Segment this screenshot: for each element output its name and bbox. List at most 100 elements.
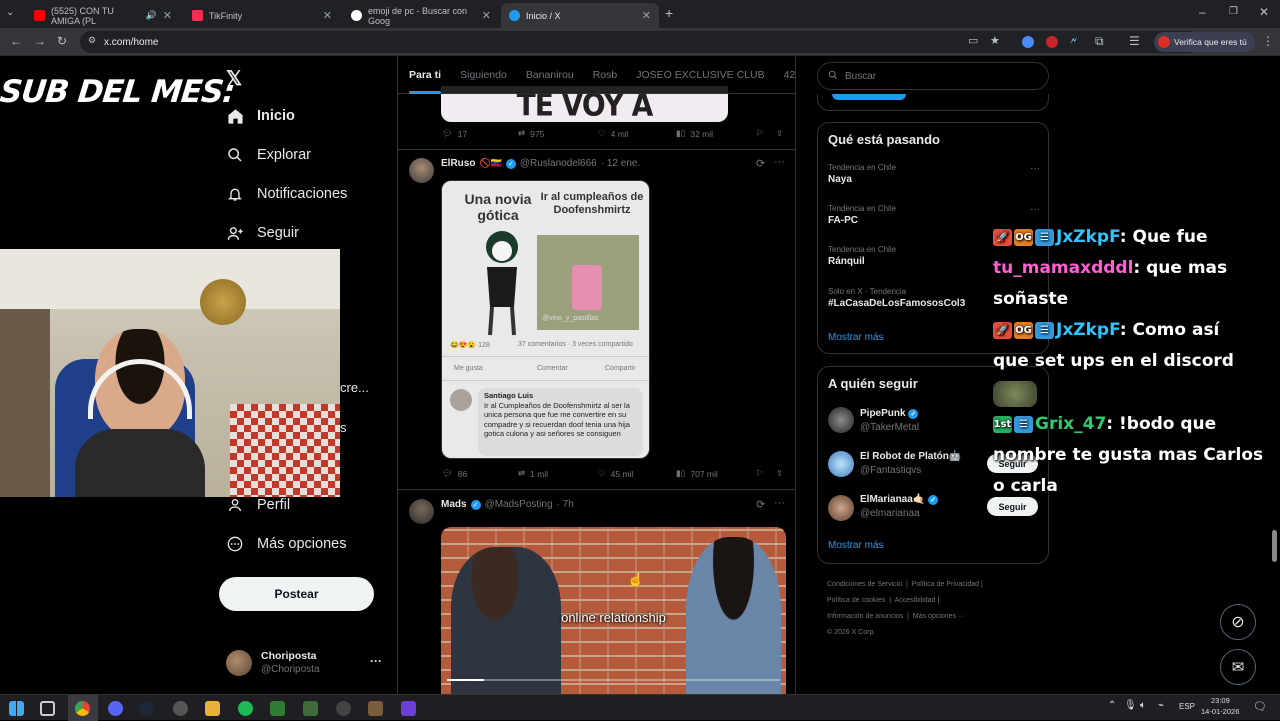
back-icon[interactable]: ← xyxy=(10,34,22,48)
reply-button[interactable]: 💬︎ 17 xyxy=(442,128,518,139)
site-info-icon[interactable]: ⚙ xyxy=(88,35,96,46)
reload-icon[interactable]: ↻ xyxy=(57,34,67,48)
clock-time[interactable]: 23:09 xyxy=(1211,696,1230,705)
more-dots-icon[interactable]: ··· xyxy=(774,497,785,509)
more-dots-icon[interactable]: ··· xyxy=(774,156,785,168)
app-icon[interactable] xyxy=(303,701,318,716)
app-icon[interactable] xyxy=(401,701,416,716)
steam-icon[interactable] xyxy=(139,701,154,716)
tweet-time[interactable]: · 12 ene. xyxy=(601,158,640,169)
kebab-menu-icon[interactable]: ⋮ xyxy=(1262,34,1274,48)
grok-icon[interactable]: ⟳ xyxy=(756,498,765,511)
footer-link[interactable]: Información de anuncios xyxy=(827,613,903,620)
repost-button[interactable]: ⇄ 1 mil xyxy=(518,468,598,479)
footer-link[interactable]: Más opciones ··· xyxy=(913,613,965,620)
obs-icon[interactable] xyxy=(173,701,188,716)
nav-item-seguir[interactable]: Seguir xyxy=(226,224,299,242)
avatar[interactable] xyxy=(828,407,854,433)
account-switcher[interactable]: Choriposta @Choriposta ··· xyxy=(226,648,396,680)
minimize-icon[interactable]: – xyxy=(1199,5,1206,19)
app-icon[interactable] xyxy=(336,701,351,716)
tray-chevron-icon[interactable]: ⌃ xyxy=(1108,700,1116,711)
close-icon[interactable]: ✕ xyxy=(323,9,332,22)
folder-icon[interactable] xyxy=(205,701,220,716)
nav-item-perfil[interactable]: Perfil xyxy=(226,496,290,514)
discord-icon[interactable] xyxy=(108,701,123,716)
like-button[interactable]: ♡ 45 mil xyxy=(598,468,676,479)
follow-name[interactable]: ElMarianaa🤙🏻 ✓ xyxy=(860,494,939,505)
repost-button[interactable]: ⇄ 975 xyxy=(518,128,598,139)
footer-link[interactable]: Accesibilidad xyxy=(895,597,936,604)
speaker-icon[interactable]: 🔊 xyxy=(146,10,157,21)
more-dots-icon[interactable]: ··· xyxy=(370,654,382,668)
nav-label-partial[interactable]: s xyxy=(340,420,347,435)
more-dots-icon[interactable]: ··· xyxy=(1030,204,1040,215)
window-close-icon[interactable]: ✕ xyxy=(1259,5,1269,19)
close-icon[interactable]: ✕ xyxy=(163,9,172,22)
grok-float-icon[interactable]: ⊘ xyxy=(1220,604,1256,640)
cast-icon[interactable]: ▭ xyxy=(968,34,978,47)
show-more-link[interactable]: Mostrar más xyxy=(828,332,884,343)
nav-item-inicio[interactable]: Inicio xyxy=(226,107,295,125)
footer-link[interactable]: Condiciones de Servicio xyxy=(827,581,902,588)
chrome-icon[interactable] xyxy=(75,701,90,716)
bookmark-icon[interactable]: ⚐ xyxy=(756,468,776,479)
tab-youtube[interactable]: (5525) CON TU AMIGA (PL 🔊 ✕ xyxy=(26,3,180,28)
tab-para-ti[interactable]: Para ti xyxy=(409,69,442,94)
extension-icon[interactable] xyxy=(1022,36,1034,48)
tweet-video[interactable]: online relationship xyxy=(441,527,786,694)
author-name[interactable]: Mads xyxy=(441,499,467,510)
nav-item-explorar[interactable]: Explorar xyxy=(226,146,311,164)
author-handle[interactable]: @MadsPosting xyxy=(485,499,553,510)
app-icon[interactable] xyxy=(270,701,285,716)
messages-icon[interactable]: ✉ xyxy=(1220,649,1256,685)
clock-date[interactable]: 14-01-2026 xyxy=(1201,707,1239,716)
avatar[interactable] xyxy=(409,499,434,524)
share-icon[interactable]: ⇪ xyxy=(776,468,783,479)
footer-link[interactable]: Política de cookies xyxy=(827,597,885,604)
tweet-time[interactable]: · 7h xyxy=(557,499,574,510)
restore-icon[interactable]: ❐ xyxy=(1229,6,1238,17)
video-progress-bar[interactable] xyxy=(447,679,780,681)
profile-chip[interactable]: Verifica que eres tú xyxy=(1154,32,1255,52)
language-indicator[interactable]: ESP xyxy=(1179,702,1195,711)
tab-bananirou[interactable]: Bananirou xyxy=(526,69,574,81)
tab-tikfinity[interactable]: TikFinity ✕ xyxy=(184,3,340,28)
trend-item[interactable]: Tendencia en Chile Naya ··· xyxy=(828,163,1040,185)
nav-item-notificaciones[interactable]: Notificaciones xyxy=(226,185,347,203)
tweet-media[interactable]: Una novia gótica Ir al cumpleaños de Doo… xyxy=(441,180,650,459)
bookmark-star-icon[interactable]: ★ xyxy=(990,34,1000,47)
tab-x-home[interactable]: Inicio / X ✕ xyxy=(501,3,659,28)
tab-google-search[interactable]: emoji de pc - Buscar con Goog ✕ xyxy=(343,3,499,28)
tab-search-icon[interactable]: ⌄ xyxy=(6,7,14,18)
search-input[interactable]: Buscar xyxy=(817,62,1049,90)
avatar[interactable] xyxy=(828,495,854,521)
tab-siguiendo[interactable]: Siguiendo xyxy=(460,69,507,81)
translate-extension-icon[interactable]: 🗲 xyxy=(1070,35,1077,48)
footer-link[interactable]: Política de Privacidad xyxy=(912,581,979,588)
volume-icon[interactable]: 🔈︎ xyxy=(1140,700,1146,711)
task-view-icon[interactable] xyxy=(40,701,55,716)
avatar[interactable] xyxy=(409,158,434,183)
views-button[interactable]: ▮▯ 32 mil xyxy=(676,128,756,139)
tab-rosb[interactable]: Rosb xyxy=(593,69,618,81)
app-icon[interactable] xyxy=(368,701,383,716)
reply-button[interactable]: 💬︎ 86 xyxy=(442,468,518,479)
more-dots-icon[interactable]: ··· xyxy=(1030,163,1040,174)
reading-list-icon[interactable]: ☰ xyxy=(1129,34,1140,48)
scrollbar-thumb[interactable] xyxy=(1272,530,1277,562)
show-more-link[interactable]: Mostrar más xyxy=(828,540,884,551)
author-name[interactable]: ElRuso xyxy=(441,158,475,169)
author-handle[interactable]: @Ruslanodel666 xyxy=(520,158,597,169)
avatar[interactable] xyxy=(828,451,854,477)
close-icon[interactable]: ✕ xyxy=(482,9,491,22)
bookmark-icon[interactable]: ⚐ xyxy=(756,128,776,139)
close-icon[interactable]: ✕ xyxy=(642,9,651,22)
notification-center-icon[interactable]: 🗨︎ xyxy=(1253,700,1267,713)
nav-item-mas-opciones[interactable]: Más opciones xyxy=(226,535,346,553)
new-tab-icon[interactable]: + xyxy=(665,5,673,21)
spotify-icon[interactable] xyxy=(238,701,253,716)
extension-icon[interactable] xyxy=(1046,36,1058,48)
share-icon[interactable]: ⇪ xyxy=(776,128,783,139)
mic-icon[interactable]: 🎙︎ xyxy=(1124,700,1137,711)
